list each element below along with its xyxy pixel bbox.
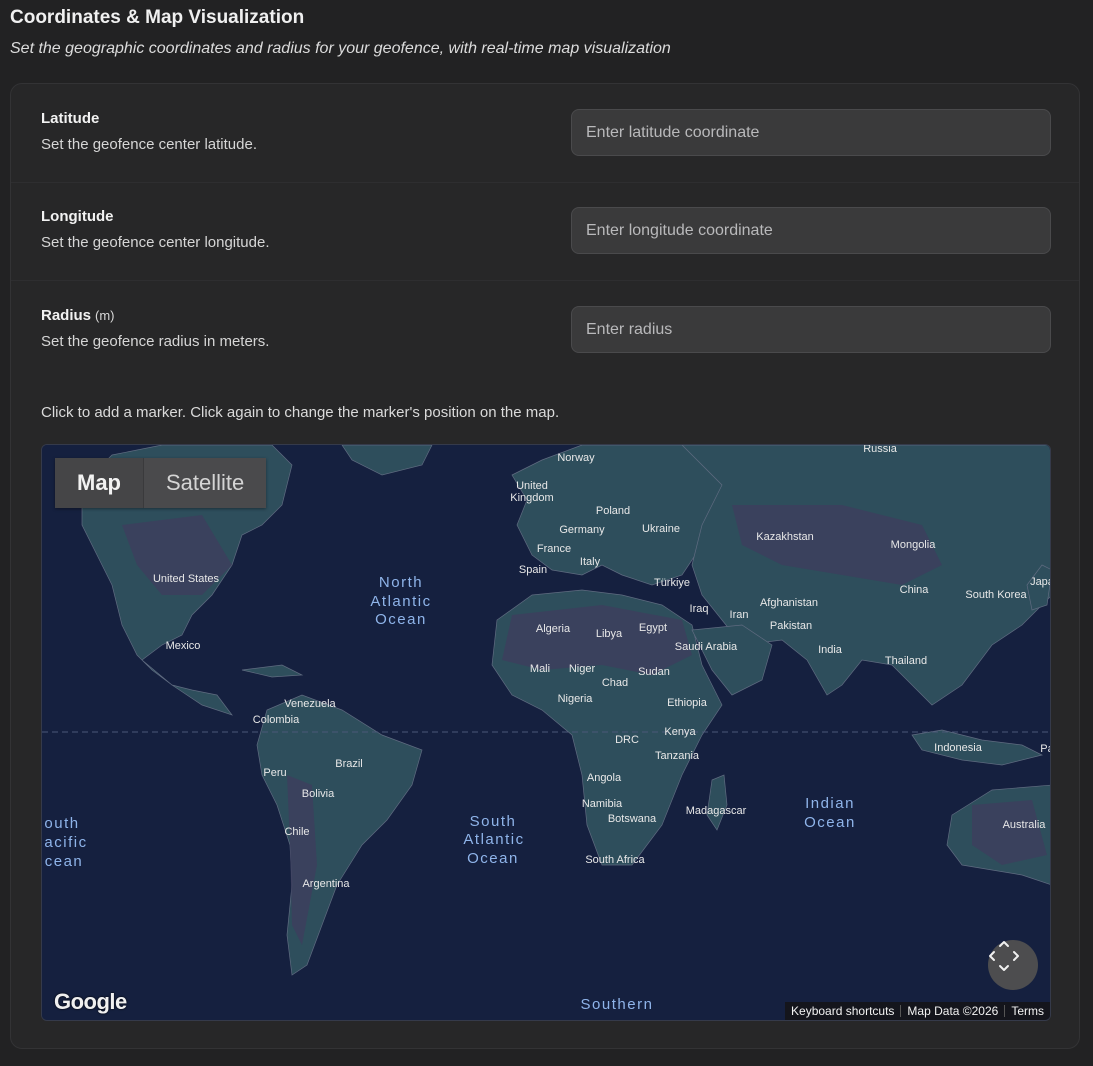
label-chile: Chile — [284, 826, 309, 838]
label-indonesia: Indonesia — [934, 742, 983, 754]
label-australia: Australia — [1003, 819, 1047, 831]
label-libya: Libya — [596, 628, 623, 640]
label-southern-ocean: Southern — [581, 996, 654, 1013]
label-mali: Mali — [530, 663, 550, 675]
label-japan: Japa — [1030, 576, 1051, 588]
label-france: France — [537, 543, 571, 555]
label-south-africa: South Africa — [585, 854, 645, 866]
label-mexico: Mexico — [166, 640, 201, 652]
label-south-atlantic-3: Ocean — [467, 850, 519, 867]
label-north-atlantic-1: North — [379, 574, 423, 591]
label-nigeria: Nigeria — [558, 693, 594, 705]
satellite-view-button[interactable]: Satellite — [144, 458, 267, 508]
label-venezuela: Venezuela — [284, 698, 336, 710]
label-south-pacific-1: outh — [44, 815, 79, 832]
label-argentina: Argentina — [302, 878, 350, 890]
label-south-atlantic-2: Atlantic — [463, 831, 524, 848]
label-colombia: Colombia — [253, 714, 300, 726]
label-indian-2: Ocean — [804, 814, 856, 831]
label-indian-1: Indian — [805, 795, 855, 812]
longitude-label: Longitude — [41, 208, 114, 225]
label-brazil: Brazil — [335, 758, 363, 770]
label-afghanistan: Afghanistan — [760, 597, 818, 609]
world-map[interactable]: Russia Norway United Kingdom Poland Germ… — [41, 444, 1051, 1021]
label-thailand: Thailand — [885, 655, 927, 667]
longitude-input[interactable] — [571, 207, 1051, 254]
radius-label-wrap: Radius (m) — [41, 307, 115, 324]
radius-input[interactable] — [571, 306, 1051, 353]
label-uk-2: Kingdom — [510, 492, 553, 504]
label-botswana: Botswana — [608, 813, 657, 825]
map-hint: Click to add a marker. Click again to ch… — [41, 404, 560, 421]
label-ethiopia: Ethiopia — [667, 697, 708, 709]
label-madagascar: Madagascar — [686, 805, 747, 817]
label-bolivia: Bolivia — [302, 788, 335, 800]
google-logo: Google — [54, 989, 127, 1014]
longitude-description: Set the geofence center longitude. — [41, 234, 270, 251]
label-italy: Italy — [580, 556, 601, 568]
label-iraq: Iraq — [690, 603, 709, 615]
radius-description: Set the geofence radius in meters. — [41, 333, 270, 350]
radius-label: Radius — [41, 307, 92, 324]
radius-unit: (m) — [95, 308, 115, 323]
label-china: China — [900, 584, 930, 596]
coordinates-card: Latitude Set the geofence center latitud… — [10, 83, 1080, 1049]
label-india: India — [818, 644, 843, 656]
latitude-description: Set the geofence center latitude. — [41, 136, 257, 153]
label-saudi-arabia: Saudi Arabia — [675, 641, 738, 653]
label-north-atlantic-3: Ocean — [375, 611, 427, 628]
label-namibia: Namibia — [582, 798, 623, 810]
label-drc: DRC — [615, 734, 639, 746]
map-view-button[interactable]: Map — [55, 458, 143, 508]
label-south-atlantic-1: South — [470, 813, 517, 830]
label-peru: Peru — [263, 767, 286, 779]
latitude-input[interactable] — [571, 109, 1051, 156]
label-south-korea: South Korea — [965, 589, 1027, 601]
label-ukraine: Ukraine — [642, 523, 680, 535]
label-algeria: Algeria — [536, 623, 571, 635]
label-norway: Norway — [557, 452, 595, 464]
label-sudan: Sudan — [638, 666, 670, 678]
label-uk-1: United — [516, 480, 548, 492]
map-attribution: Keyboard shortcuts Map Data ©2026 Terms — [785, 1002, 1050, 1020]
label-poland: Poland — [596, 505, 630, 517]
label-north-atlantic-2: Atlantic — [370, 593, 431, 610]
terms-link[interactable]: Terms — [1005, 1002, 1050, 1020]
latitude-label: Latitude — [41, 110, 100, 127]
label-kenya: Kenya — [664, 726, 696, 738]
label-united-states: United States — [153, 573, 220, 585]
label-germany: Germany — [559, 524, 605, 536]
latitude-row: Latitude Set the geofence center latitud… — [11, 84, 1079, 183]
label-turkiye: Türkiye — [654, 577, 690, 589]
label-iran: Iran — [730, 609, 749, 621]
move-arrows-icon — [989, 941, 1019, 971]
label-south-pacific-3: cean — [45, 853, 84, 870]
label-pakistan: Pakistan — [770, 620, 812, 632]
label-papua: Pa — [1040, 743, 1051, 755]
label-spain: Spain — [519, 564, 547, 576]
map-data-text: Map Data ©2026 — [907, 1004, 999, 1018]
label-mongolia: Mongolia — [891, 539, 937, 551]
section-subtitle: Set the geographic coordinates and radiu… — [10, 40, 671, 57]
label-russia: Russia — [863, 445, 898, 455]
map-type-control: Map Satellite — [55, 458, 267, 508]
radius-row: Radius (m) Set the geofence radius in met… — [11, 281, 1079, 379]
label-tanzania: Tanzania — [655, 750, 700, 762]
section-title: Coordinates & Map Visualization — [10, 7, 305, 28]
label-egypt: Egypt — [639, 622, 667, 634]
label-south-pacific-2: acific — [44, 834, 87, 851]
label-kazakhstan: Kazakhstan — [756, 531, 813, 543]
map-canvas[interactable]: Russia Norway United Kingdom Poland Germ… — [42, 445, 1051, 1021]
camera-control-button[interactable] — [988, 940, 1038, 990]
label-chad: Chad — [602, 677, 628, 689]
keyboard-shortcuts-link[interactable]: Keyboard shortcuts — [785, 1002, 900, 1020]
label-angola: Angola — [587, 772, 622, 784]
label-niger: Niger — [569, 663, 596, 675]
longitude-row: Longitude Set the geofence center longit… — [11, 182, 1079, 281]
